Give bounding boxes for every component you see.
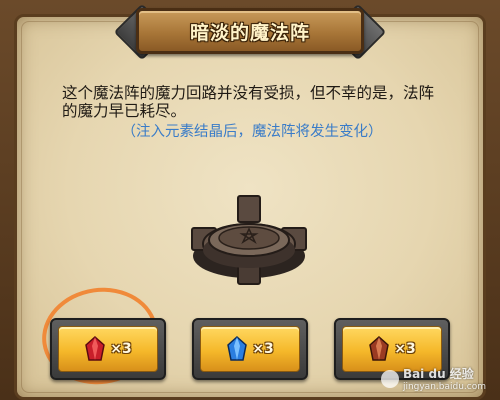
crystal-count: ×3 <box>394 341 416 357</box>
blue-crystal-icon <box>227 336 248 361</box>
dialog-description: 这个魔法阵的魔力回路并没有受损，但不幸的是，法阵的魔力早已耗尽。 <box>62 84 435 120</box>
button-face: ×3 <box>200 326 300 372</box>
red-crystal-icon <box>85 336 106 361</box>
dialog-hint: （注入元素结晶后，魔法阵将发生变化） <box>121 124 383 140</box>
inject-red-crystal-button[interactable]: ×3 <box>50 318 166 380</box>
title-plate: 暗淡的魔法阵 <box>113 3 387 61</box>
brown-crystal-icon <box>369 336 390 361</box>
title-board: 暗淡的魔法阵 <box>136 8 364 54</box>
magic-circle-pedestal-icon <box>191 195 307 285</box>
dialog-title: 暗淡的魔法阵 <box>189 21 310 44</box>
paw-logo-icon <box>380 369 399 388</box>
button-face: ×3 <box>58 326 158 372</box>
watermark-url: jingyan.baidu.com <box>402 382 486 392</box>
crystal-count: ×3 <box>110 341 132 357</box>
crystal-count: ×3 <box>252 341 274 357</box>
watermark-brand: Bai du 经验 <box>402 367 474 381</box>
watermark: Bai du 经验 jingyan.baidu.com <box>380 365 486 392</box>
inject-blue-crystal-button[interactable]: ×3 <box>192 318 308 380</box>
